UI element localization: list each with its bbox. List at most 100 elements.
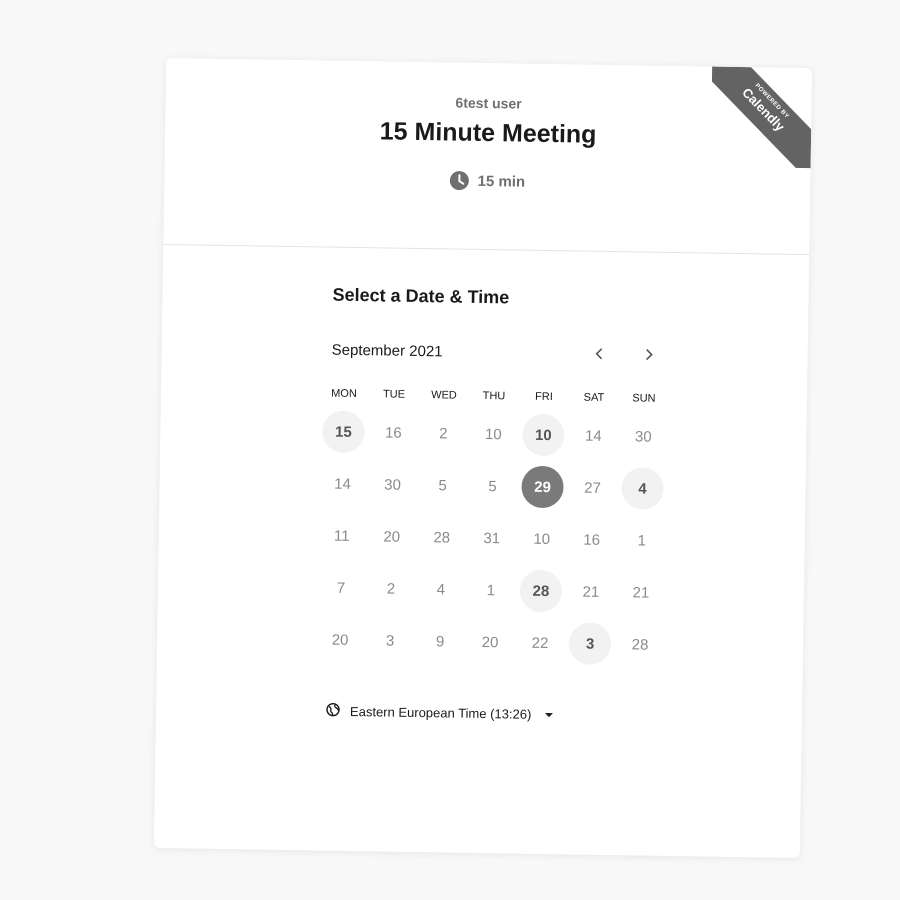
calendar-weeks: 15 16 2 10 10 14 30 14 30 5 5 29 27 4 11 20 28 31 10 16 1 7 2 4… — [315, 405, 669, 670]
calendar-day: 2 — [366, 567, 417, 610]
calendar-day-number: 20 — [481, 633, 499, 651]
duration-label: 15 min — [477, 172, 526, 191]
calendar-day-number: 27 — [584, 479, 602, 497]
calendar-day-available[interactable]: 3 — [565, 622, 616, 666]
calendar-day: 20 — [366, 515, 417, 558]
calendar-week-row: 7 2 4 1 28 21 21 — [316, 561, 667, 618]
calendar-day: 22 — [515, 622, 566, 665]
calendar-day: 2 — [418, 412, 469, 455]
calendar-week-row: 14 30 5 5 29 27 4 — [317, 457, 668, 514]
calendar-day-number: 1 — [637, 531, 647, 550]
calendar-day-number: 4 — [621, 467, 664, 510]
calendar-day-number: 30 — [634, 427, 652, 446]
calendar-day: 7 — [316, 566, 367, 609]
month-nav: September 2021 — [331, 340, 661, 369]
calendar-day-number: 5 — [488, 477, 497, 495]
calendar-day: 31 — [466, 517, 517, 560]
calendar-day-available[interactable]: 28 — [516, 569, 567, 613]
caret-down-icon — [545, 712, 554, 717]
calendar-day-number: 16 — [384, 423, 402, 442]
calendar-day-number: 30 — [384, 475, 402, 494]
calendar-day-number: 21 — [632, 583, 650, 602]
calendar-day: 27 — [567, 466, 618, 509]
timezone-label: Eastern European Time (13:26) — [349, 703, 532, 722]
calendar-day-number: 2 — [439, 424, 448, 442]
calendar-day-number: 5 — [438, 476, 447, 494]
weekday-label: FRI — [534, 390, 553, 404]
calendar-day-number: 4 — [436, 580, 446, 598]
calendar-day: 10 — [516, 518, 567, 561]
weekday-label: THU — [482, 389, 506, 403]
event-header: 6test user 15 Minute Meeting 15 min POWE… — [163, 57, 813, 256]
calendar-day: 5 — [417, 464, 468, 507]
calendar-day-number: 10 — [484, 425, 502, 443]
calendar-day-number: 3 — [568, 622, 612, 666]
weekday-label: WED — [431, 389, 457, 402]
section-title: Select a Date & Time — [332, 284, 510, 308]
calendar-day-number: 31 — [483, 529, 501, 547]
calendar-week-row: 20 3 9 20 22 3 28 — [315, 613, 666, 670]
calendar-day-number: 21 — [582, 583, 600, 601]
calendar-grid: MON TUE WED THU FRI SAT SUN 15 16 2 10 10 14 3… — [315, 387, 669, 670]
calendar-day: 28 — [416, 516, 467, 559]
calendar-day-number: 3 — [385, 631, 395, 650]
timezone-selector[interactable]: Eastern European Time (13:26) — [326, 702, 554, 724]
calendar-day: 20 — [465, 621, 516, 664]
calendar-day: 16 — [566, 518, 617, 561]
calendar-week-row: 11 20 28 31 10 16 1 — [316, 509, 667, 566]
calendar-day: 14 — [568, 414, 619, 457]
prev-month-button[interactable] — [587, 344, 611, 368]
chevron-left-icon — [593, 346, 605, 365]
chevron-right-icon — [642, 347, 654, 366]
calendar-week-row: 15 16 2 10 10 14 30 — [318, 405, 669, 462]
calendar-day-number: 29 — [521, 465, 564, 509]
calendar-day: 28 — [615, 623, 666, 666]
calendar-day: 1 — [616, 519, 667, 562]
calendar-day-number: 16 — [583, 531, 601, 549]
calendar-day: 20 — [315, 618, 366, 661]
calendar-day-number: 11 — [333, 527, 350, 545]
calendar-day-available[interactable]: 4 — [617, 467, 668, 510]
calendar-day: 21 — [566, 570, 617, 613]
calendar-day-number: 20 — [331, 631, 349, 649]
calendar-day: 21 — [616, 571, 667, 614]
calendar-day-number: 28 — [631, 635, 649, 654]
next-month-button[interactable] — [636, 344, 660, 368]
calendar-day-number: 10 — [522, 413, 565, 457]
calendar-day: 16 — [368, 411, 419, 454]
calendar-day: 11 — [316, 514, 367, 557]
weekday-label: MON — [331, 387, 357, 401]
calendar-day-number: 9 — [435, 632, 445, 650]
calendar-day-available[interactable]: 15 — [318, 410, 369, 454]
weekday-label: SAT — [583, 391, 605, 404]
month-label: September 2021 — [331, 341, 443, 361]
calendar-section: Select a Date & Time September 2021 MON … — [154, 245, 809, 855]
calendar-day: 4 — [416, 568, 467, 611]
calendar-day-number: 20 — [383, 527, 401, 546]
calendar-day-number: 7 — [336, 579, 346, 597]
calendar-day-selected[interactable]: 29 — [517, 465, 568, 509]
calendar-day-number: 28 — [433, 528, 451, 546]
calendar-day: 30 — [367, 463, 418, 506]
brand-label: Calendly — [739, 84, 788, 135]
calendar-day: 9 — [415, 620, 466, 663]
calendar-day: 14 — [317, 462, 368, 505]
calendar-day: 5 — [467, 465, 518, 508]
calendar-day-number: 1 — [486, 581, 496, 599]
globe-icon — [326, 702, 340, 720]
calendar-day-number: 2 — [386, 580, 396, 598]
calendar-day: 1 — [466, 569, 517, 612]
calendar-day-number: 15 — [322, 410, 365, 454]
calendar-day: 3 — [365, 619, 416, 662]
event-duration: 15 min — [164, 166, 810, 196]
calendar-day-available[interactable]: 10 — [518, 413, 569, 457]
powered-by-badge[interactable]: POWERED BY Calendly — [710, 66, 813, 169]
weekday-label: TUE — [382, 388, 406, 401]
calendar-day-number: 28 — [519, 569, 563, 613]
calendar-day: 30 — [618, 415, 669, 458]
clock-icon — [449, 170, 470, 191]
calendar-day-number: 22 — [531, 634, 549, 652]
scheduling-card: 6test user 15 Minute Meeting 15 min POWE… — [153, 57, 813, 859]
weekday-label: SUN — [632, 392, 656, 405]
calendar-day-number: 14 — [334, 475, 352, 493]
